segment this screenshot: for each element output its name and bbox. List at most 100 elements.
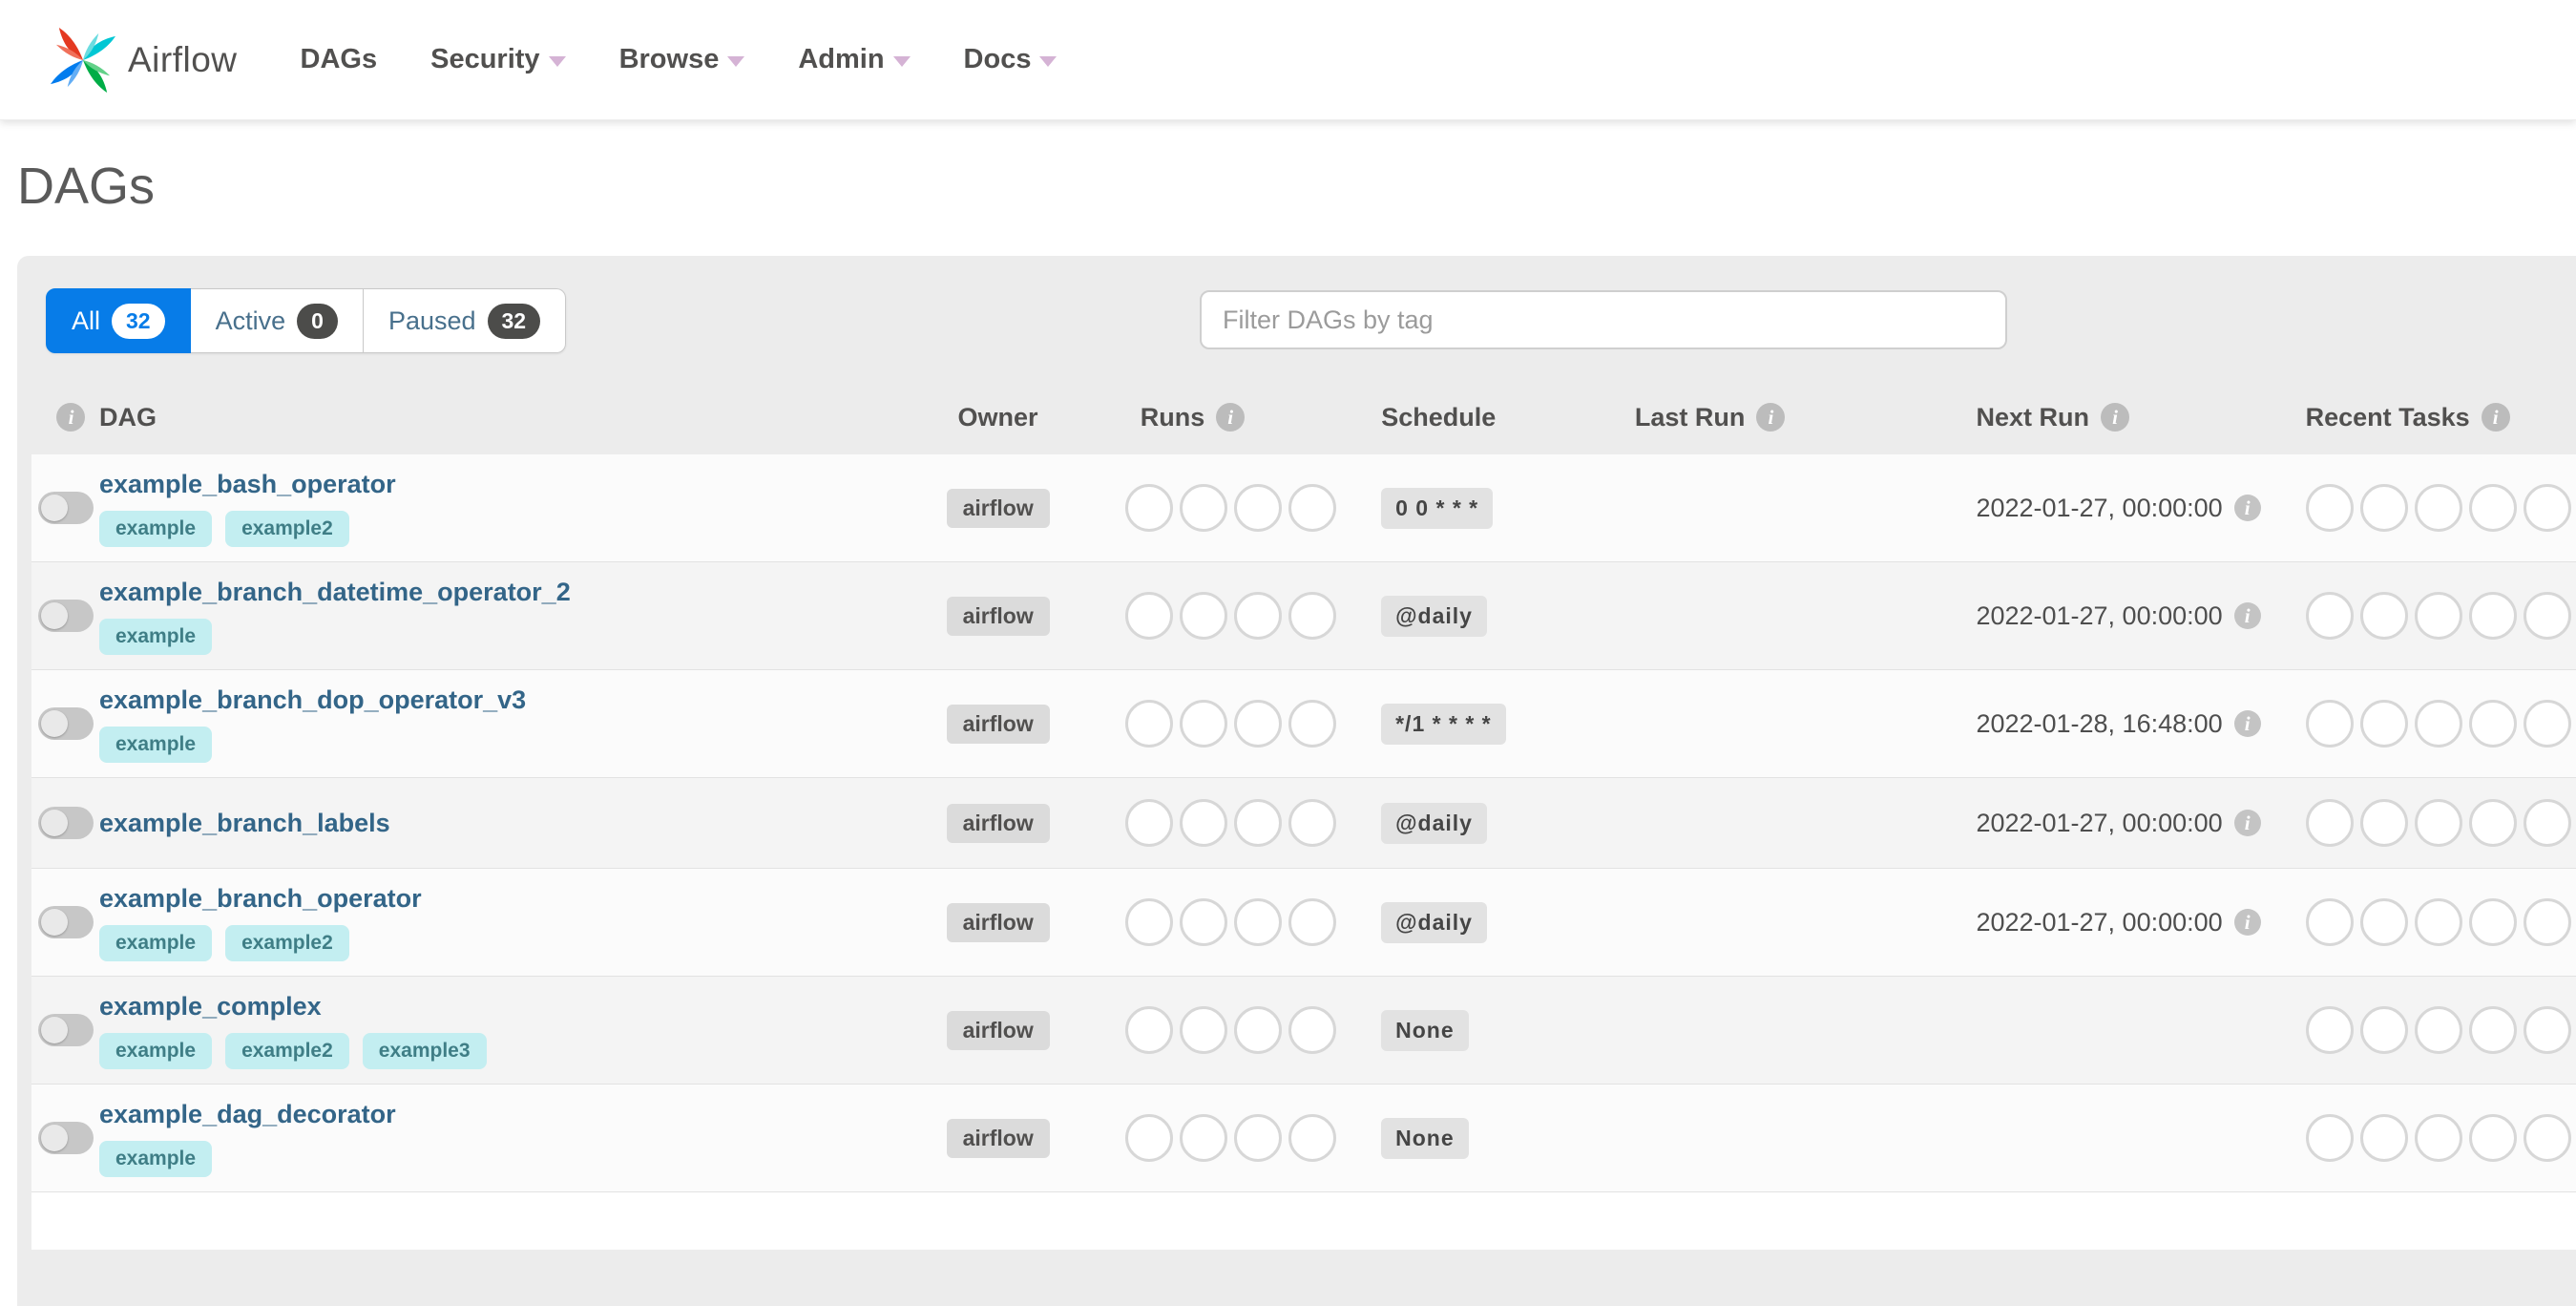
dag-name-link[interactable]: example_branch_operator	[99, 884, 422, 914]
recent-task-status-circle[interactable]	[2305, 1006, 2354, 1054]
info-icon[interactable]: i	[2233, 710, 2261, 737]
recent-task-status-circle[interactable]	[2468, 1114, 2517, 1162]
dag-run-status-circle[interactable]	[1233, 1114, 1282, 1162]
recent-task-status-circle[interactable]	[2305, 1114, 2354, 1162]
info-icon[interactable]: i	[56, 403, 86, 432]
dag-run-status-circle[interactable]	[1124, 799, 1173, 847]
recent-task-status-circle[interactable]	[2468, 898, 2517, 946]
recent-task-status-circle[interactable]	[2523, 484, 2571, 532]
column-header-next-run[interactable]: Next Run	[1976, 403, 2089, 432]
nav-item-browse[interactable]: Browse	[619, 44, 745, 75]
dag-pause-toggle[interactable]	[37, 807, 94, 839]
info-icon[interactable]: i	[2233, 495, 2261, 521]
schedule-badge[interactable]: 0 0 * * *	[1381, 487, 1494, 529]
dag-run-status-circle[interactable]	[1124, 898, 1173, 946]
dag-run-status-circle[interactable]	[1288, 700, 1336, 748]
dag-tag-badge[interactable]: example	[99, 726, 213, 763]
dag-tag-badge[interactable]: example2	[225, 510, 349, 547]
schedule-badge[interactable]: @daily	[1381, 595, 1487, 637]
dag-run-status-circle[interactable]	[1288, 799, 1336, 847]
info-icon[interactable]: i	[2233, 810, 2261, 836]
dag-pause-toggle[interactable]	[37, 906, 94, 938]
dag-pause-toggle[interactable]	[37, 600, 94, 632]
dag-pause-toggle[interactable]	[37, 1014, 94, 1046]
dag-run-status-circle[interactable]	[1124, 1114, 1173, 1162]
recent-task-status-circle[interactable]	[2523, 700, 2571, 748]
recent-task-status-circle[interactable]	[2468, 799, 2517, 847]
recent-task-status-circle[interactable]	[2414, 1006, 2462, 1054]
schedule-badge[interactable]: None	[1381, 1009, 1469, 1051]
recent-task-status-circle[interactable]	[2414, 1114, 2462, 1162]
schedule-badge[interactable]: None	[1381, 1117, 1469, 1159]
dag-pause-toggle[interactable]	[37, 1122, 94, 1154]
column-header-owner[interactable]: Owner	[958, 403, 1038, 432]
recent-task-status-circle[interactable]	[2523, 592, 2571, 640]
recent-task-status-circle[interactable]	[2523, 799, 2571, 847]
recent-task-status-circle[interactable]	[2523, 1114, 2571, 1162]
dag-run-status-circle[interactable]	[1233, 898, 1282, 946]
recent-task-status-circle[interactable]	[2359, 799, 2408, 847]
schedule-badge[interactable]: @daily	[1381, 901, 1487, 943]
column-header-runs[interactable]: Runs	[1141, 403, 1205, 432]
recent-task-status-circle[interactable]	[2305, 700, 2354, 748]
dag-tag-badge[interactable]: example	[99, 510, 213, 547]
nav-item-docs[interactable]: Docs	[964, 44, 1058, 75]
recent-task-status-circle[interactable]	[2359, 1114, 2408, 1162]
dag-run-status-circle[interactable]	[1288, 592, 1336, 640]
info-icon[interactable]: i	[2233, 909, 2261, 936]
dag-run-status-circle[interactable]	[1179, 799, 1227, 847]
recent-task-status-circle[interactable]	[2305, 592, 2354, 640]
dag-tag-badge[interactable]: example2	[225, 924, 349, 961]
column-header-last-run[interactable]: Last Run	[1635, 403, 1746, 432]
info-icon[interactable]: i	[1216, 403, 1246, 432]
recent-task-status-circle[interactable]	[2414, 484, 2462, 532]
dag-run-status-circle[interactable]	[1124, 484, 1173, 532]
recent-task-status-circle[interactable]	[2359, 1006, 2408, 1054]
dag-run-status-circle[interactable]	[1233, 700, 1282, 748]
dag-name-link[interactable]: example_branch_datetime_operator_2	[99, 578, 571, 607]
dag-run-status-circle[interactable]	[1179, 700, 1227, 748]
dag-run-status-circle[interactable]	[1124, 592, 1173, 640]
dag-run-status-circle[interactable]	[1179, 592, 1227, 640]
recent-task-status-circle[interactable]	[2523, 898, 2571, 946]
recent-task-status-circle[interactable]	[2359, 700, 2408, 748]
recent-task-status-circle[interactable]	[2414, 700, 2462, 748]
dag-run-status-circle[interactable]	[1179, 484, 1227, 532]
dag-tag-badge[interactable]: example	[99, 924, 213, 961]
column-header-recent-tasks[interactable]: Recent Tasks	[2306, 403, 2470, 432]
status-tab-active[interactable]: Active 0	[190, 288, 364, 353]
schedule-badge[interactable]: */1 * * * *	[1381, 703, 1506, 745]
recent-task-status-circle[interactable]	[2359, 592, 2408, 640]
recent-task-status-circle[interactable]	[2414, 592, 2462, 640]
info-icon[interactable]: i	[2233, 602, 2261, 629]
status-tab-paused[interactable]: Paused 32	[363, 288, 567, 353]
recent-task-status-circle[interactable]	[2305, 484, 2354, 532]
dag-tag-badge[interactable]: example2	[225, 1032, 349, 1069]
dag-name-link[interactable]: example_bash_operator	[99, 470, 396, 499]
dag-name-link[interactable]: example_branch_labels	[99, 809, 390, 838]
dag-run-status-circle[interactable]	[1179, 1006, 1227, 1054]
dag-name-link[interactable]: example_complex	[99, 992, 487, 1022]
dag-name-link[interactable]: example_dag_decorator	[99, 1100, 396, 1129]
dag-pause-toggle[interactable]	[37, 492, 94, 524]
dag-run-status-circle[interactable]	[1233, 799, 1282, 847]
filter-dags-by-tag-input[interactable]	[1200, 290, 2007, 349]
dag-name-link[interactable]: example_branch_dop_operator_v3	[99, 685, 526, 715]
column-header-schedule[interactable]: Schedule	[1381, 403, 1496, 432]
dag-run-status-circle[interactable]	[1179, 1114, 1227, 1162]
dag-run-status-circle[interactable]	[1288, 1114, 1336, 1162]
dag-tag-badge[interactable]: example	[99, 618, 213, 655]
dag-run-status-circle[interactable]	[1124, 700, 1173, 748]
nav-item-admin[interactable]: Admin	[798, 44, 911, 75]
recent-task-status-circle[interactable]	[2305, 799, 2354, 847]
recent-task-status-circle[interactable]	[2305, 898, 2354, 946]
recent-task-status-circle[interactable]	[2414, 898, 2462, 946]
dag-run-status-circle[interactable]	[1233, 592, 1282, 640]
dag-run-status-circle[interactable]	[1288, 484, 1336, 532]
nav-item-dags[interactable]: DAGs	[301, 44, 378, 75]
info-icon[interactable]: i	[1756, 403, 1786, 432]
recent-task-status-circle[interactable]	[2468, 700, 2517, 748]
recent-task-status-circle[interactable]	[2468, 592, 2517, 640]
dag-run-status-circle[interactable]	[1124, 1006, 1173, 1054]
recent-task-status-circle[interactable]	[2523, 1006, 2571, 1054]
